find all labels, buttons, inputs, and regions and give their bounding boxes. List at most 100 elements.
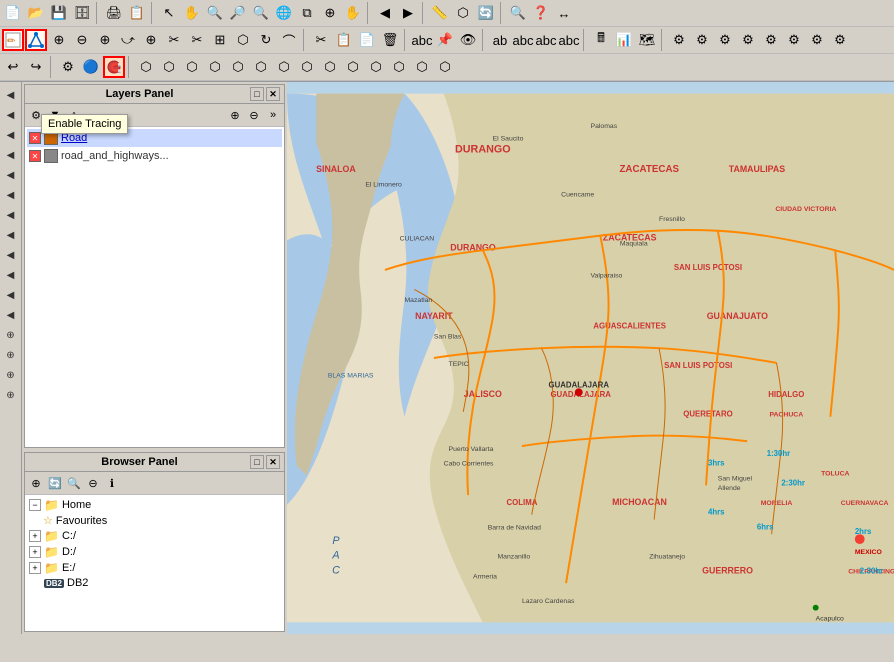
snapping-btn9[interactable]: ⬡: [319, 56, 341, 78]
layer-visibility-road-highways[interactable]: ✕: [29, 150, 41, 162]
sidebar-icon-8[interactable]: ◀: [2, 226, 20, 244]
sidebar-icon-15[interactable]: ⊕: [2, 366, 20, 384]
sidebar-icon-7[interactable]: ◀: [2, 206, 20, 224]
properties-button[interactable]: 📋: [126, 2, 148, 24]
zoom-full-button[interactable]: 🌐: [273, 2, 295, 24]
copy-button[interactable]: 📋: [333, 29, 355, 51]
measure-button[interactable]: 📏: [429, 2, 451, 24]
sidebar-icon-4[interactable]: ◀: [2, 146, 20, 164]
snapping-btn11[interactable]: ⬡: [365, 56, 387, 78]
sidebar-icon-13[interactable]: ⊕: [2, 326, 20, 344]
sidebar-icon-9[interactable]: ◀: [2, 246, 20, 264]
tree-item-d[interactable]: + 📁 D:/: [27, 544, 282, 560]
zoom-layer-button[interactable]: ⧉: [296, 2, 318, 24]
d-expander[interactable]: +: [29, 546, 41, 558]
delete-button[interactable]: 🗑: [379, 29, 401, 51]
browser-info-button[interactable]: ℹ: [103, 474, 121, 492]
tree-item-db2[interactable]: DB2 DB2: [27, 576, 282, 590]
zoom-out-button[interactable]: 🔍: [250, 2, 272, 24]
save-project-button[interactable]: 💾: [48, 2, 70, 24]
pan-map-button[interactable]: ✋: [342, 2, 364, 24]
sidebar-icon-12[interactable]: ◀: [2, 306, 20, 324]
enable-snapping-button[interactable]: 🔵: [80, 56, 102, 78]
layer-item-road-highways[interactable]: ✕ road_and_highways...: [27, 147, 282, 165]
search-button[interactable]: 🔍: [507, 2, 529, 24]
merge-selected-button[interactable]: ⊞: [209, 29, 231, 51]
more-tools2[interactable]: ⚙: [691, 29, 713, 51]
help-button[interactable]: ❓: [530, 2, 552, 24]
split-parts-button[interactable]: ✂: [186, 29, 208, 51]
reshape-button[interactable]: ⤻: [117, 29, 139, 51]
sidebar-icon-1[interactable]: ◀: [2, 86, 20, 104]
more-tools3[interactable]: ⚙: [714, 29, 736, 51]
panel-close-button[interactable]: ✕: [266, 87, 280, 101]
home-expander[interactable]: −: [29, 499, 41, 511]
label-tool-button[interactable]: abc: [411, 29, 433, 51]
add-part-button[interactable]: ⊕: [48, 29, 70, 51]
refresh-button[interactable]: 🔄: [475, 2, 497, 24]
redo-button[interactable]: ↪: [25, 56, 47, 78]
snapping-options-button[interactable]: ⚙: [57, 56, 79, 78]
enable-tracing-button[interactable]: 🧲: [103, 56, 125, 78]
map-area[interactable]: SINALOA DURANGO ZACATECAS TAMAULIPAS CIU…: [287, 82, 894, 634]
print-button[interactable]: 🖨: [103, 2, 125, 24]
snapping-btn2[interactable]: ⬡: [158, 56, 180, 78]
save-as-button[interactable]: 🗄: [71, 2, 93, 24]
browser-filter-button[interactable]: 🔍: [65, 474, 83, 492]
map-tips-button[interactable]: 🗺: [636, 29, 658, 51]
snapping-btn14[interactable]: ⬡: [434, 56, 456, 78]
paste-button[interactable]: 📄: [356, 29, 378, 51]
measure-area-button[interactable]: ⬡: [452, 2, 474, 24]
snapping-btn12[interactable]: ⬡: [388, 56, 410, 78]
snapping-btn10[interactable]: ⬡: [342, 56, 364, 78]
select-tool-button[interactable]: ↖: [158, 2, 180, 24]
browser-close-button[interactable]: ✕: [266, 455, 280, 469]
sidebar-icon-14[interactable]: ⊕: [2, 346, 20, 364]
sidebar-icon-16[interactable]: ⊕: [2, 386, 20, 404]
delete-part-button[interactable]: ⊖: [71, 29, 93, 51]
more-label-btn4[interactable]: abc: [558, 29, 580, 51]
more-tools8[interactable]: ⚙: [829, 29, 851, 51]
more-tools7[interactable]: ⚙: [806, 29, 828, 51]
undo-button[interactable]: ↩: [2, 56, 24, 78]
collapse-all-button[interactable]: ⊖: [245, 106, 263, 124]
open-project-button[interactable]: 📂: [25, 2, 47, 24]
browser-collapse-button[interactable]: ⊖: [84, 474, 102, 492]
snapping-btn3[interactable]: ⬡: [181, 56, 203, 78]
zoom-previous-button[interactable]: ◀: [374, 2, 396, 24]
layer-visibility-road[interactable]: ✕: [29, 132, 41, 144]
more-tools5[interactable]: ⚙: [760, 29, 782, 51]
sidebar-icon-5[interactable]: ◀: [2, 166, 20, 184]
e-expander[interactable]: +: [29, 562, 41, 574]
snapping-btn5[interactable]: ⬡: [227, 56, 249, 78]
panel-float-button[interactable]: □: [250, 87, 264, 101]
offset-button[interactable]: ⊕: [140, 29, 162, 51]
tree-item-c[interactable]: + 📁 C:/: [27, 528, 282, 544]
fill-ring-button[interactable]: ⊕: [94, 29, 116, 51]
sidebar-icon-3[interactable]: ◀: [2, 126, 20, 144]
statistics-button[interactable]: 📊: [613, 29, 635, 51]
digitize-button[interactable]: [25, 29, 47, 51]
tree-item-home[interactable]: − 📁 Home: [27, 497, 282, 513]
identify-button[interactable]: 🔍: [204, 2, 226, 24]
rotate-button[interactable]: ↻: [255, 29, 277, 51]
pin-label-button[interactable]: 📌: [434, 29, 456, 51]
c-expander[interactable]: +: [29, 530, 41, 542]
split-feature-button[interactable]: ✂: [163, 29, 185, 51]
tree-item-e[interactable]: + 📁 E:/: [27, 560, 282, 576]
edit-layer-button[interactable]: ✏: [2, 29, 24, 51]
browser-refresh-button[interactable]: 🔄: [46, 474, 64, 492]
snapping-btn1[interactable]: ⬡: [135, 56, 157, 78]
snapping-btn7[interactable]: ⬡: [273, 56, 295, 78]
snapping-btn6[interactable]: ⬡: [250, 56, 272, 78]
snapping-btn8[interactable]: ⬡: [296, 56, 318, 78]
sidebar-icon-2[interactable]: ◀: [2, 106, 20, 124]
more-label-btn2[interactable]: abc: [512, 29, 534, 51]
more-layers-button[interactable]: »: [264, 106, 282, 124]
sidebar-icon-10[interactable]: ◀: [2, 266, 20, 284]
browser-add-button[interactable]: ⊕: [27, 474, 45, 492]
pan-tool-button[interactable]: ✋: [181, 2, 203, 24]
more-tools6[interactable]: ⚙: [783, 29, 805, 51]
more-label-btn3[interactable]: abc: [535, 29, 557, 51]
tree-item-favourites[interactable]: ☆ Favourites: [27, 513, 282, 528]
